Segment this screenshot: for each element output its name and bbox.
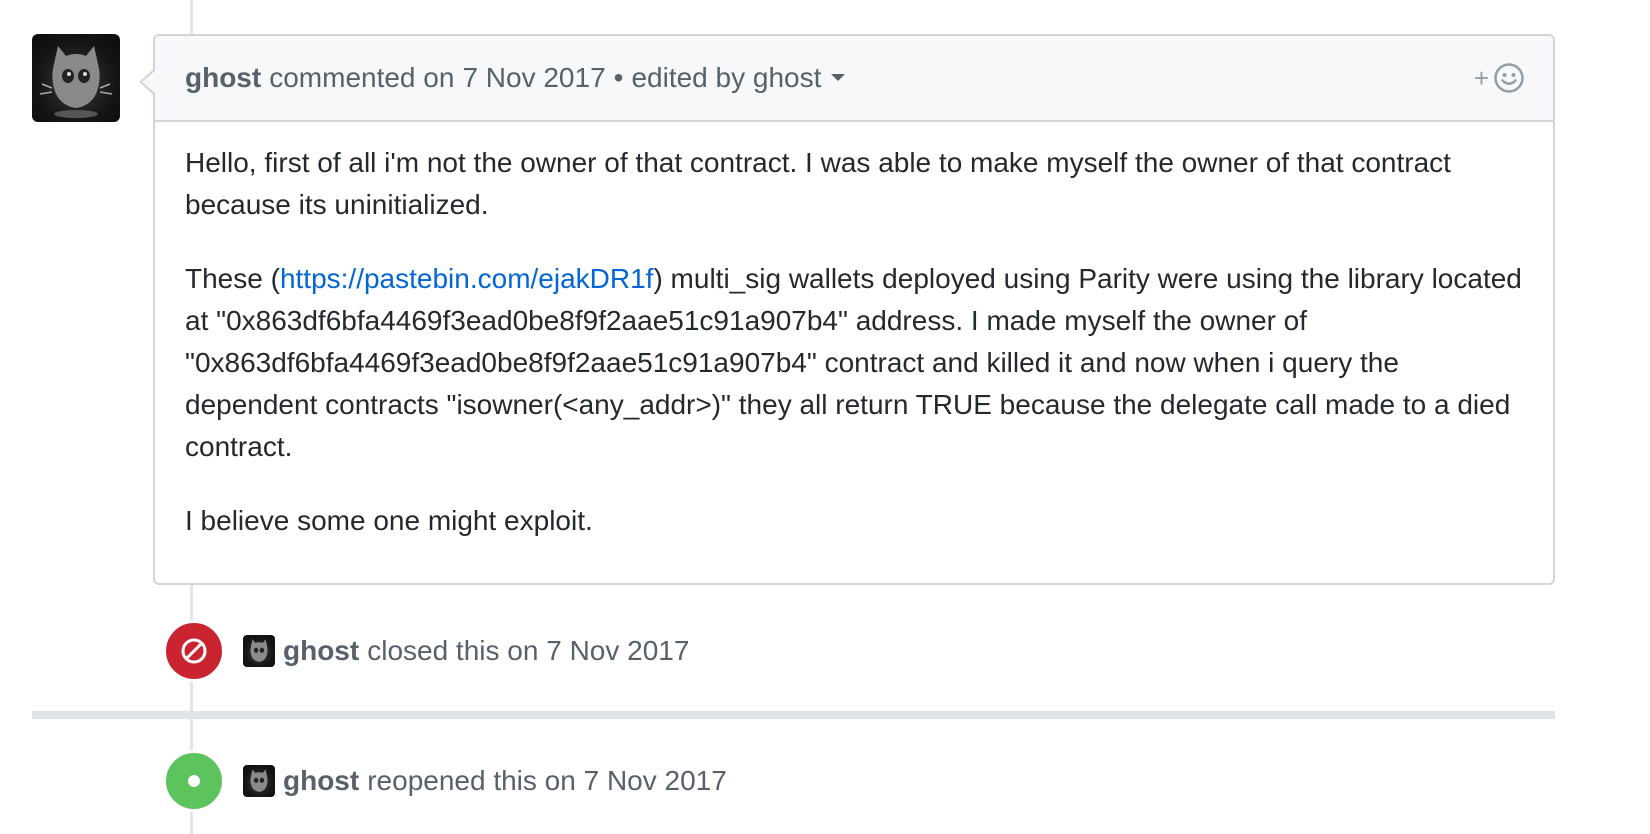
comment-date[interactable]: 7 Nov 2017: [462, 62, 605, 94]
primitive-dot-icon: [188, 775, 200, 787]
pastebin-link[interactable]: https://pastebin.com/ejakDR1f: [280, 263, 654, 294]
add-reaction-button[interactable]: +: [1474, 62, 1525, 94]
avatar[interactable]: [243, 635, 275, 667]
ghost-avatar-icon: [250, 639, 268, 662]
timeline-line-top: [190, 0, 193, 34]
ghost-avatar-icon: [250, 769, 268, 792]
paragraph-text: These (: [185, 263, 280, 294]
comment-body: Hello, first of all i'm not the owner of…: [155, 122, 1553, 542]
comment-author[interactable]: ghost: [185, 62, 261, 94]
reopened-badge: [163, 750, 225, 812]
comment-box: ghost commented on 7 Nov 2017 • edited b…: [139, 34, 1555, 585]
comment-paragraph: I believe some one might exploit.: [185, 505, 593, 536]
event-text: closed this on 7 Nov 2017: [367, 635, 690, 666]
event-author[interactable]: ghost: [283, 635, 359, 667]
circle-slash-icon: [181, 638, 207, 664]
event-text: reopened this on 7 Nov 2017: [367, 765, 727, 796]
chevron-down-icon: [831, 74, 846, 82]
timeline-event-closed: ghost closed this on 7 Nov 2017: [163, 620, 689, 682]
closed-badge: [163, 620, 225, 682]
timeline-event-reopened: ghost reopened this on 7 Nov 2017: [163, 750, 727, 812]
comment-header: ghost commented on 7 Nov 2017 • edited b…: [155, 36, 1553, 122]
smiley-icon: [1494, 63, 1524, 93]
avatar[interactable]: [32, 34, 120, 122]
edited-label: edited by ghost: [631, 62, 822, 93]
avatar[interactable]: [243, 765, 275, 797]
event-author[interactable]: ghost: [283, 765, 359, 797]
issue-timeline: ghost commented on 7 Nov 2017 • edited b…: [0, 0, 1650, 834]
ghost-avatar-icon: [39, 46, 113, 118]
timeline-divider: [32, 711, 1555, 719]
header-separator: •: [613, 62, 624, 93]
plus-icon: +: [1473, 63, 1489, 93]
comment-paragraph: Hello, first of all i'm not the owner of…: [185, 147, 1451, 220]
edited-dropdown[interactable]: edited by ghost: [631, 62, 846, 94]
comment-paragraph: These (https://pastebin.com/ejakDR1f) mu…: [185, 258, 1523, 468]
comment-action: commented on: [269, 62, 455, 93]
